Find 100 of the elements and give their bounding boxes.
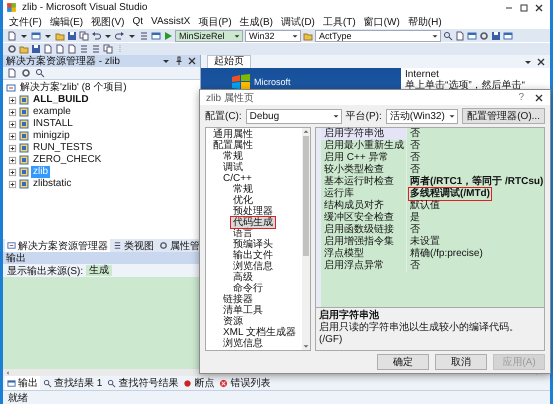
configuration-manager-button[interactable]: 配置管理器(O)...: [462, 108, 545, 124]
tree-item[interactable]: 调试: [221, 162, 245, 173]
menu-item[interactable]: 帮助(H): [408, 14, 442, 28]
property-value[interactable]: 精确(/fp:precise): [409, 248, 484, 260]
tree-item[interactable]: 优化: [231, 195, 255, 206]
tree-item[interactable]: 浏览信息: [221, 338, 265, 349]
panel-tab[interactable]: 断点: [181, 376, 216, 390]
property-value[interactable]: 多线程调试(/MTd): [409, 188, 491, 200]
window-icon[interactable]: [31, 30, 41, 40]
menu-item[interactable]: 文件(F): [9, 14, 42, 28]
tree-item[interactable]: 高级: [231, 272, 255, 283]
property-value[interactable]: 否: [409, 164, 421, 176]
property-value[interactable]: 否: [409, 140, 421, 152]
property-value[interactable]: 未设置: [409, 236, 441, 248]
property-value[interactable]: 否: [409, 260, 421, 272]
property-name[interactable]: 启用函数级链接: [321, 224, 407, 236]
property-name[interactable]: 启用 C++ 异常: [321, 152, 407, 164]
list-icon[interactable]: [91, 44, 101, 54]
left-arrow-icon[interactable]: [5, 370, 11, 376]
tree-item[interactable]: ALL_BUILD: [31, 94, 91, 106]
tree-item[interactable]: 预编译头: [231, 239, 275, 250]
property-value[interactable]: 否: [409, 224, 421, 236]
save-icon[interactable]: [491, 30, 501, 40]
up-arrow-icon[interactable]: [302, 128, 310, 136]
panel-tab[interactable]: 输出: [5, 376, 40, 390]
expand-icon[interactable]: [8, 156, 17, 164]
tree-item[interactable]: INSTALL: [31, 118, 75, 130]
tree-item[interactable]: 浏览信息: [231, 261, 275, 272]
pin-icon[interactable]: [174, 56, 184, 66]
platform-dropdown[interactable]: 活动(Win32): [386, 108, 458, 124]
property-value[interactable]: 默认值: [409, 200, 441, 212]
property-value[interactable]: 否: [409, 128, 421, 140]
tree-item[interactable]: 链接器: [221, 294, 255, 305]
tree-item[interactable]: 解决方案'zlib' (8 个项目): [18, 82, 129, 94]
list-icon[interactable]: [139, 30, 149, 40]
panel-tab[interactable]: 查找结果 1: [41, 376, 104, 390]
tree-item[interactable]: example: [31, 106, 73, 118]
close-icon[interactable]: [534, 92, 544, 102]
menu-item[interactable]: VAssistX: [151, 16, 190, 27]
property-name[interactable]: 启用最小重新生成: [321, 140, 407, 152]
tree-item[interactable]: 通用属性: [211, 129, 255, 140]
copy-icon[interactable]: [79, 30, 89, 40]
property-name[interactable]: 缓冲区安全检查: [321, 212, 407, 224]
tree-item[interactable]: 常规: [231, 184, 255, 195]
tree-item[interactable]: RUN_TESTS: [31, 142, 94, 154]
menu-item[interactable]: 编辑(E): [50, 14, 84, 28]
tree-item[interactable]: 预处理器: [231, 206, 275, 217]
menu-item[interactable]: 调试(D): [281, 14, 315, 28]
expand-icon[interactable]: [8, 96, 17, 104]
property-name[interactable]: 基本运行时检查: [321, 176, 407, 188]
property-name[interactable]: 启用增强指令集: [321, 236, 407, 248]
property-name[interactable]: 较小类型检查: [321, 164, 407, 176]
tree-item[interactable]: C/C++: [221, 173, 254, 184]
platform-dropdown[interactable]: Win32: [245, 30, 301, 42]
search-icon[interactable]: [443, 30, 453, 40]
source-field[interactable]: 生成: [86, 265, 112, 276]
tree-item[interactable]: 资源: [221, 316, 245, 327]
menu-item[interactable]: 项目(P): [198, 14, 232, 28]
configuration-dropdown[interactable]: MinSizeRel: [175, 30, 243, 42]
scroll-thumb[interactable]: [303, 136, 309, 256]
menu-item[interactable]: 视图(V): [91, 14, 124, 28]
expand-icon[interactable]: [8, 120, 17, 128]
tree-item[interactable]: 输出文件: [231, 250, 275, 261]
tree-item[interactable]: XML 文档生成器: [221, 327, 298, 338]
dialog-button[interactable]: 取消: [435, 354, 487, 370]
property-name[interactable]: 启用浮点异常: [321, 260, 407, 272]
help-button[interactable]: ?: [518, 92, 524, 103]
save-icon[interactable]: [67, 30, 77, 40]
tree-item[interactable]: minigzip: [31, 130, 72, 142]
property-name[interactable]: 浮点模型: [321, 248, 407, 260]
close-icon[interactable]: [534, 2, 544, 12]
undo-icon[interactable]: [91, 30, 101, 40]
tree-item[interactable]: 常规: [221, 151, 245, 162]
close-icon[interactable]: [536, 56, 546, 66]
expand-icon[interactable]: [8, 180, 17, 188]
tree-item[interactable]: zlibstatic: [31, 178, 74, 190]
down-arrow-icon[interactable]: [302, 342, 310, 350]
find-field[interactable]: ActType: [315, 30, 441, 42]
panel-tab[interactable]: 错误列表: [217, 376, 272, 390]
save-icon[interactable]: [31, 44, 41, 54]
search-icon[interactable]: [35, 68, 45, 78]
scrollbar[interactable]: [302, 128, 310, 350]
document-tab[interactable]: 起始页: [207, 55, 251, 68]
panel-tab[interactable]: 属性管: [157, 239, 202, 252]
close-icon[interactable]: [187, 56, 197, 66]
window-icon[interactable]: [467, 30, 477, 40]
copy-icon[interactable]: [103, 44, 113, 54]
tree-item[interactable]: 清单工具: [221, 305, 265, 316]
property-value[interactable]: 否: [409, 152, 421, 164]
menu-item[interactable]: 生成(B): [240, 14, 273, 28]
tree-item[interactable]: 命令行: [231, 283, 265, 294]
configuration-dropdown[interactable]: Debug: [246, 108, 342, 124]
property-value[interactable]: 是: [409, 212, 421, 224]
tree-item[interactable]: ZERO_CHECK: [31, 154, 104, 166]
window-icon[interactable]: [151, 30, 161, 40]
tree-item[interactable]: 配置属性: [211, 140, 255, 151]
menu-item[interactable]: Qt: [132, 16, 144, 27]
property-name[interactable]: 启用字符串池: [321, 128, 407, 140]
menu-item[interactable]: 窗口(W): [364, 14, 400, 28]
property-name[interactable]: 运行库: [321, 188, 407, 200]
